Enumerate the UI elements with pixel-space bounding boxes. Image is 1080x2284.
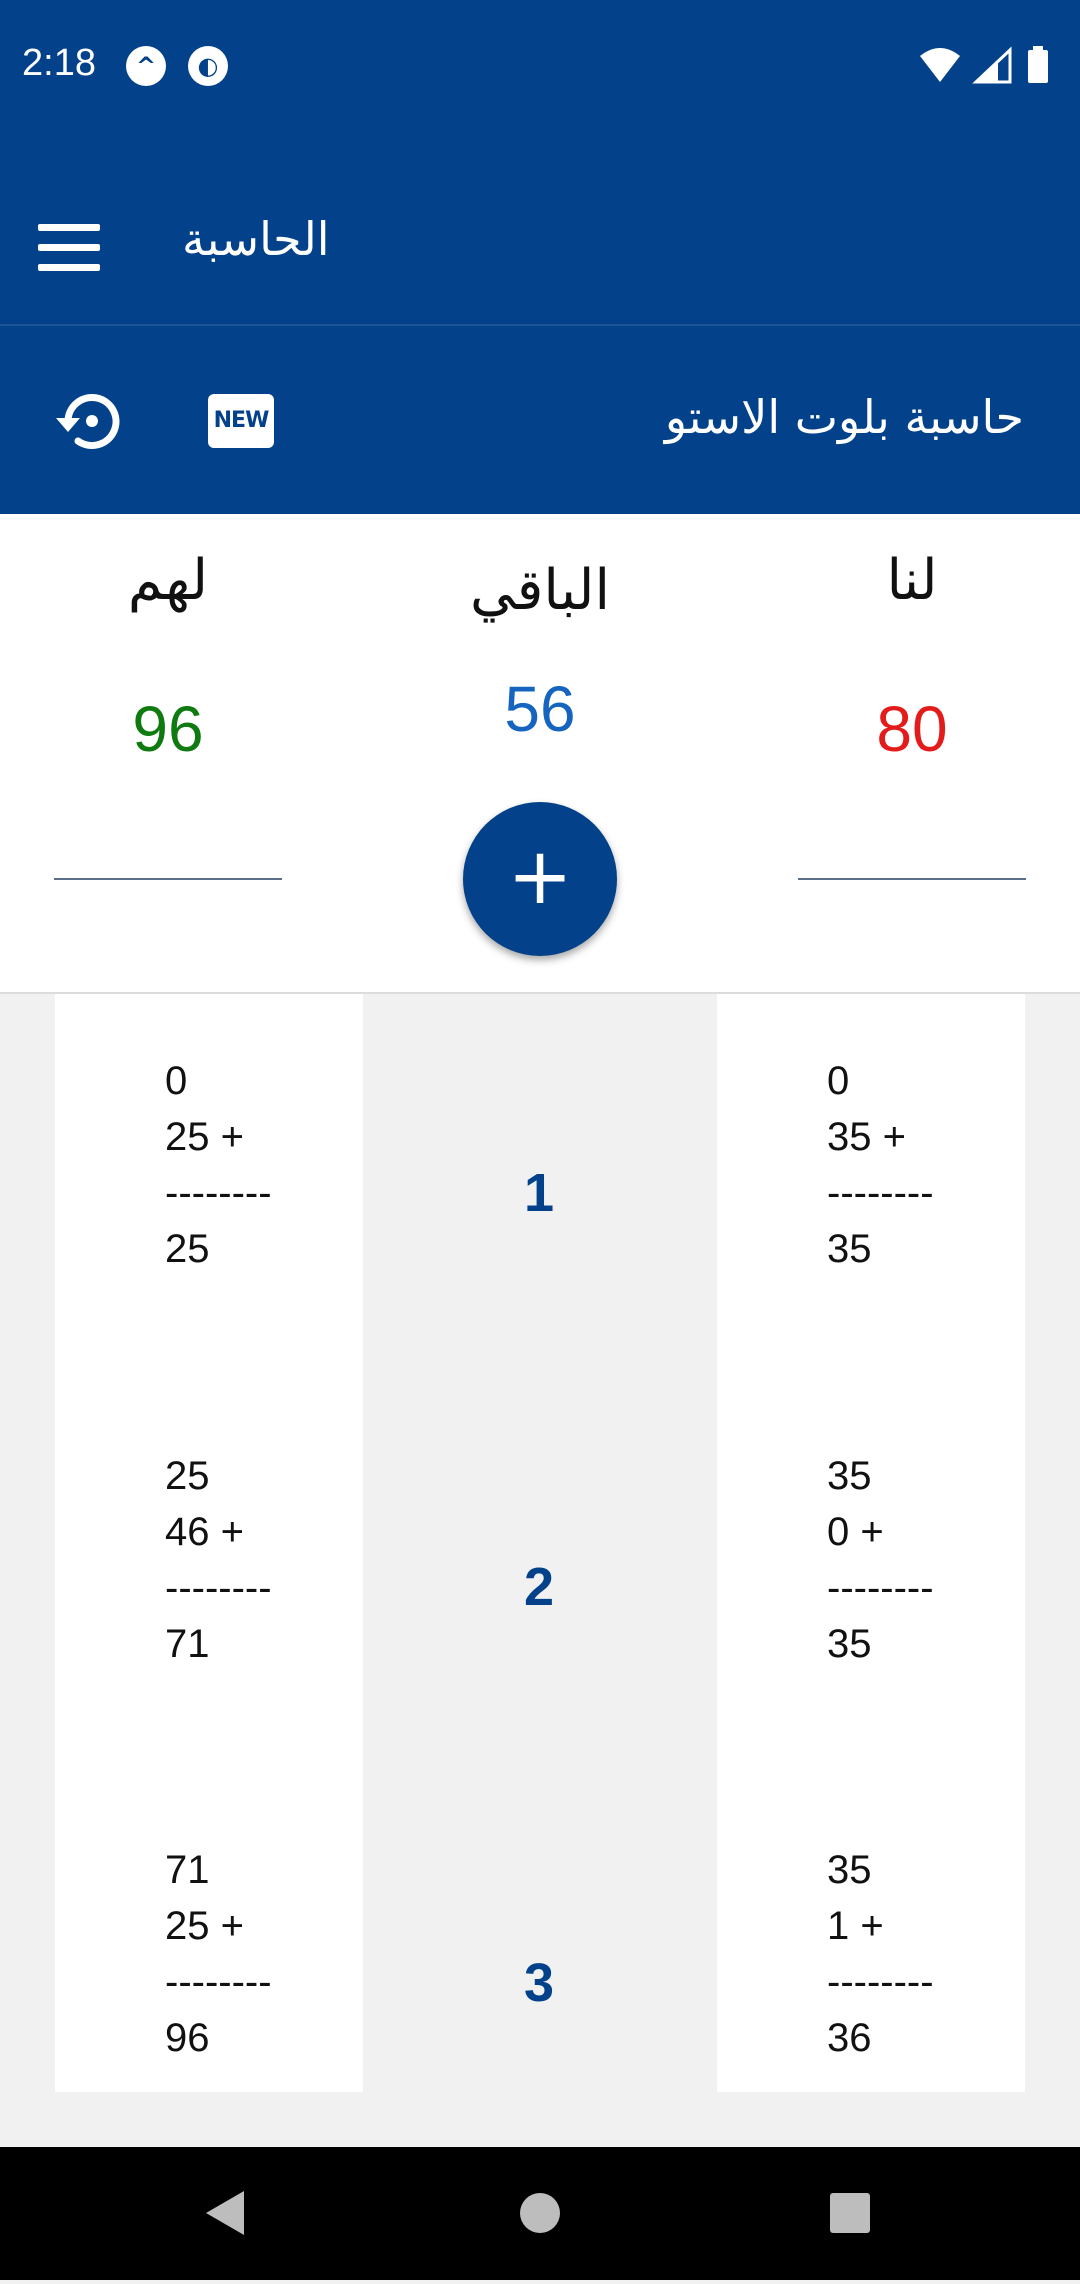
new-game-button[interactable]: NEW bbox=[208, 394, 274, 448]
round-3-us-calc: 35 1 + -------- 36 bbox=[827, 1848, 934, 2060]
round-1-us-calc: 0 35 + -------- 35 bbox=[827, 1059, 934, 1271]
cellular-signal-icon bbox=[972, 46, 1012, 84]
system-nav-bar bbox=[0, 2147, 1080, 2280]
status-time: 2:18 bbox=[22, 42, 96, 84]
home-icon[interactable] bbox=[520, 2193, 560, 2233]
round-1-number: 1 bbox=[523, 1163, 555, 1223]
score-panel: لهم الباقي لنا 96 56 80 + bbox=[0, 514, 1080, 994]
us-score: 80 bbox=[876, 693, 948, 765]
plus-icon: + bbox=[507, 832, 573, 922]
add-round-button[interactable]: + bbox=[463, 802, 617, 956]
us-label: لنا bbox=[886, 548, 938, 613]
round-3-them-calc: 71 25 + -------- 96 bbox=[165, 1848, 272, 2060]
menu-icon[interactable] bbox=[30, 218, 100, 278]
round-3-number: 3 bbox=[523, 1953, 555, 2013]
recents-icon[interactable] bbox=[830, 2193, 870, 2233]
them-input-field[interactable] bbox=[54, 878, 282, 880]
new-badge-text: NEW bbox=[213, 408, 270, 433]
status-bar: 2:18 ^ ◐ bbox=[0, 0, 1080, 138]
app-title: الحاسبة bbox=[182, 212, 330, 266]
them-score: 96 bbox=[132, 693, 204, 765]
app-bar: الحاسبة bbox=[0, 138, 1080, 324]
back-icon[interactable] bbox=[206, 2191, 244, 2235]
calculator-title: حاسبة بلوت الاستو bbox=[664, 390, 1024, 444]
remaining-label: الباقي bbox=[469, 558, 611, 623]
us-input-field[interactable] bbox=[798, 878, 1026, 880]
notification-app-icon-2: ◐ bbox=[188, 46, 228, 86]
round-2-number: 2 bbox=[523, 1557, 555, 1617]
round-1-them-calc: 0 25 + -------- 25 bbox=[165, 1059, 272, 1271]
them-label: لهم bbox=[127, 548, 209, 613]
round-2-them-calc: 25 46 + -------- 71 bbox=[165, 1454, 272, 1666]
notification-app-icon: ^ bbox=[126, 46, 166, 86]
status-indicators bbox=[918, 46, 1058, 86]
round-2-us-calc: 35 0 + -------- 35 bbox=[827, 1454, 934, 1666]
wifi-icon bbox=[920, 48, 960, 82]
calculator-toolbar: NEW حاسبة بلوت الاستو bbox=[0, 324, 1080, 514]
history-icon[interactable] bbox=[54, 386, 124, 456]
remaining-score: 56 bbox=[504, 673, 576, 745]
battery-icon bbox=[1028, 46, 1048, 83]
